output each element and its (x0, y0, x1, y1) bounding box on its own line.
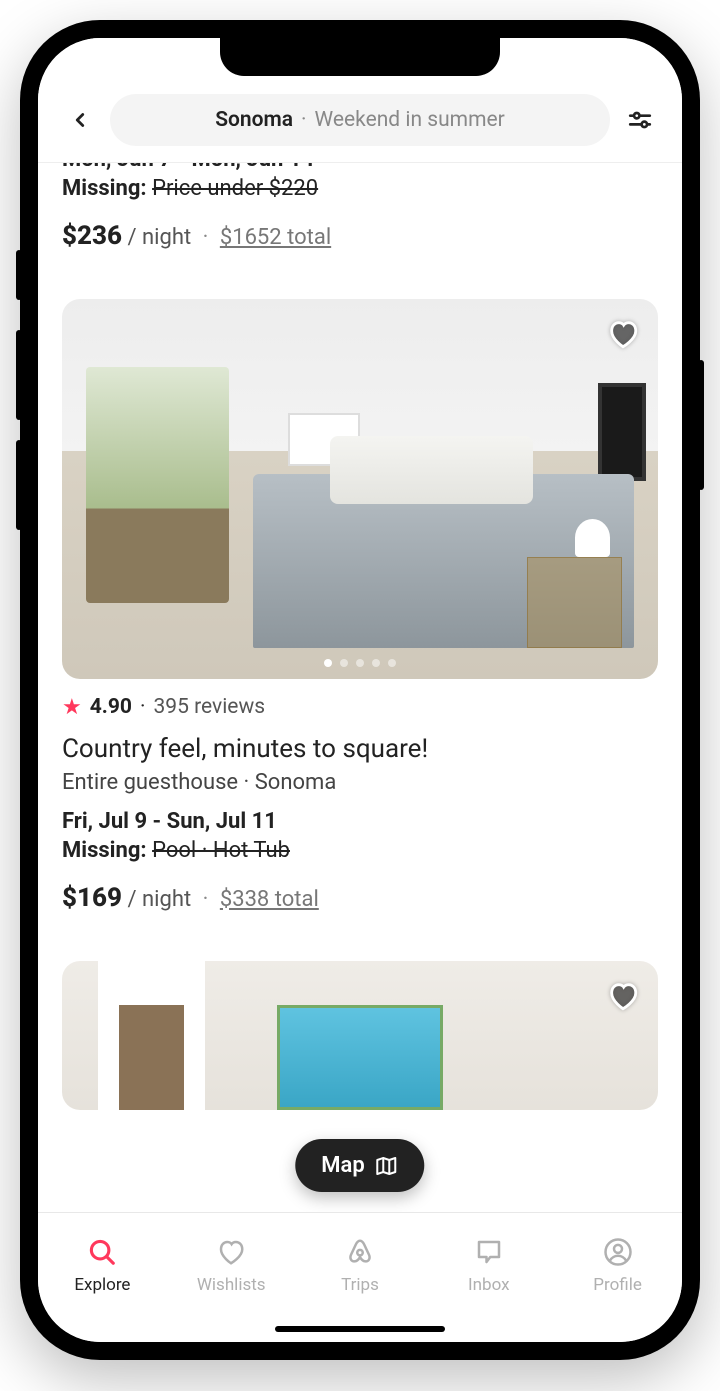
photo-pagination-dots (324, 659, 396, 667)
wishlist-heart-button[interactable] (602, 975, 644, 1017)
map-button[interactable]: Map (295, 1139, 424, 1192)
listing-card[interactable]: ★ 4.90 · 395 reviews Country feel, minut… (62, 251, 658, 913)
listing-photo[interactable] (62, 299, 658, 679)
wishlist-heart-button[interactable] (602, 313, 644, 355)
heart-icon (606, 979, 640, 1013)
listing-price-line: $169 / night · $338 total (62, 883, 658, 913)
price-per-night: $236 (62, 221, 122, 251)
photo-placeholder (98, 961, 205, 1110)
airbnb-logo-icon (343, 1235, 377, 1269)
separator-dot: · (301, 108, 307, 132)
per-night-label: / night (127, 225, 191, 250)
filters-button[interactable] (622, 102, 658, 138)
tab-trips[interactable]: Trips (296, 1213, 425, 1316)
missing-values: Pool · Hot Tub (152, 838, 290, 863)
listing-missing: Missing: Pool · Hot Tub (62, 838, 658, 863)
search-icon (85, 1235, 119, 1269)
photo-placeholder (598, 383, 646, 482)
listing-card[interactable]: Mon, Jun 7 - Mon, Jun 14 Missing: Price … (62, 163, 658, 251)
chat-icon (472, 1235, 506, 1269)
heart-icon (606, 317, 640, 351)
back-button[interactable] (62, 102, 98, 138)
search-dates-hint: Weekend in summer (315, 108, 505, 132)
map-icon (375, 1154, 399, 1178)
listing-dates: Fri, Jul 9 - Sun, Jul 11 (62, 809, 658, 834)
price-total[interactable]: $338 total (220, 887, 319, 912)
tab-profile[interactable]: Profile (553, 1213, 682, 1316)
tab-label: Profile (593, 1275, 642, 1295)
map-label: Map (321, 1153, 364, 1178)
rating-value: 4.90 (90, 695, 132, 719)
tab-wishlists[interactable]: Wishlists (167, 1213, 296, 1316)
missing-label: Missing: (62, 176, 147, 201)
profile-icon (601, 1235, 635, 1269)
missing-label: Missing: (62, 838, 147, 863)
photo-placeholder (575, 519, 611, 557)
per-night-label: / night (127, 887, 191, 912)
review-count: 395 reviews (153, 695, 265, 719)
photo-placeholder (277, 1005, 444, 1109)
photo-placeholder (86, 367, 229, 602)
listing-photo[interactable] (62, 961, 658, 1110)
separator-dot: · (197, 225, 215, 250)
listing-price-line: $236 / night · $1652 total (62, 221, 658, 251)
price-per-night: $169 (62, 883, 122, 913)
listing-card[interactable] (62, 913, 658, 1110)
separator-dot: · (140, 695, 146, 719)
tab-bar: Explore Wishlists Trips Inbox (38, 1212, 682, 1342)
star-icon: ★ (62, 695, 82, 720)
listing-subtype: Entire guesthouse · Sonoma (62, 770, 658, 795)
photo-placeholder (330, 436, 533, 504)
listing-rating: ★ 4.90 · 395 reviews (62, 695, 658, 720)
price-total[interactable]: $1652 total (220, 225, 331, 250)
heart-icon (214, 1235, 248, 1269)
search-pill[interactable]: Sonoma · Weekend in summer (110, 94, 610, 146)
phone-side-button (16, 330, 22, 420)
tab-explore[interactable]: Explore (38, 1213, 167, 1316)
tab-label: Wishlists (197, 1275, 266, 1295)
screen: Sonoma · Weekend in summer Mon, Jun 7 - … (38, 38, 682, 1342)
sliders-icon (627, 107, 653, 133)
tab-label: Trips (341, 1275, 379, 1295)
tab-label: Explore (74, 1275, 130, 1295)
listing-dates: Mon, Jun 7 - Mon, Jun 14 (62, 163, 658, 172)
tab-label: Inbox (468, 1275, 510, 1295)
photo-placeholder (527, 557, 622, 648)
missing-values: Price under $220 (152, 176, 318, 201)
home-indicator (275, 1326, 445, 1332)
chevron-left-icon (69, 109, 91, 131)
phone-side-button (16, 440, 22, 530)
listing-missing: Missing: Price under $220 (62, 176, 658, 201)
phone-side-button (698, 360, 704, 490)
phone-frame: Sonoma · Weekend in summer Mon, Jun 7 - … (20, 20, 700, 1360)
listing-title: Country feel, minutes to square! (62, 734, 658, 764)
separator-dot: · (197, 887, 215, 912)
search-location: Sonoma (215, 108, 293, 132)
phone-notch (220, 38, 500, 76)
tab-inbox[interactable]: Inbox (424, 1213, 553, 1316)
phone-side-button (16, 250, 22, 300)
